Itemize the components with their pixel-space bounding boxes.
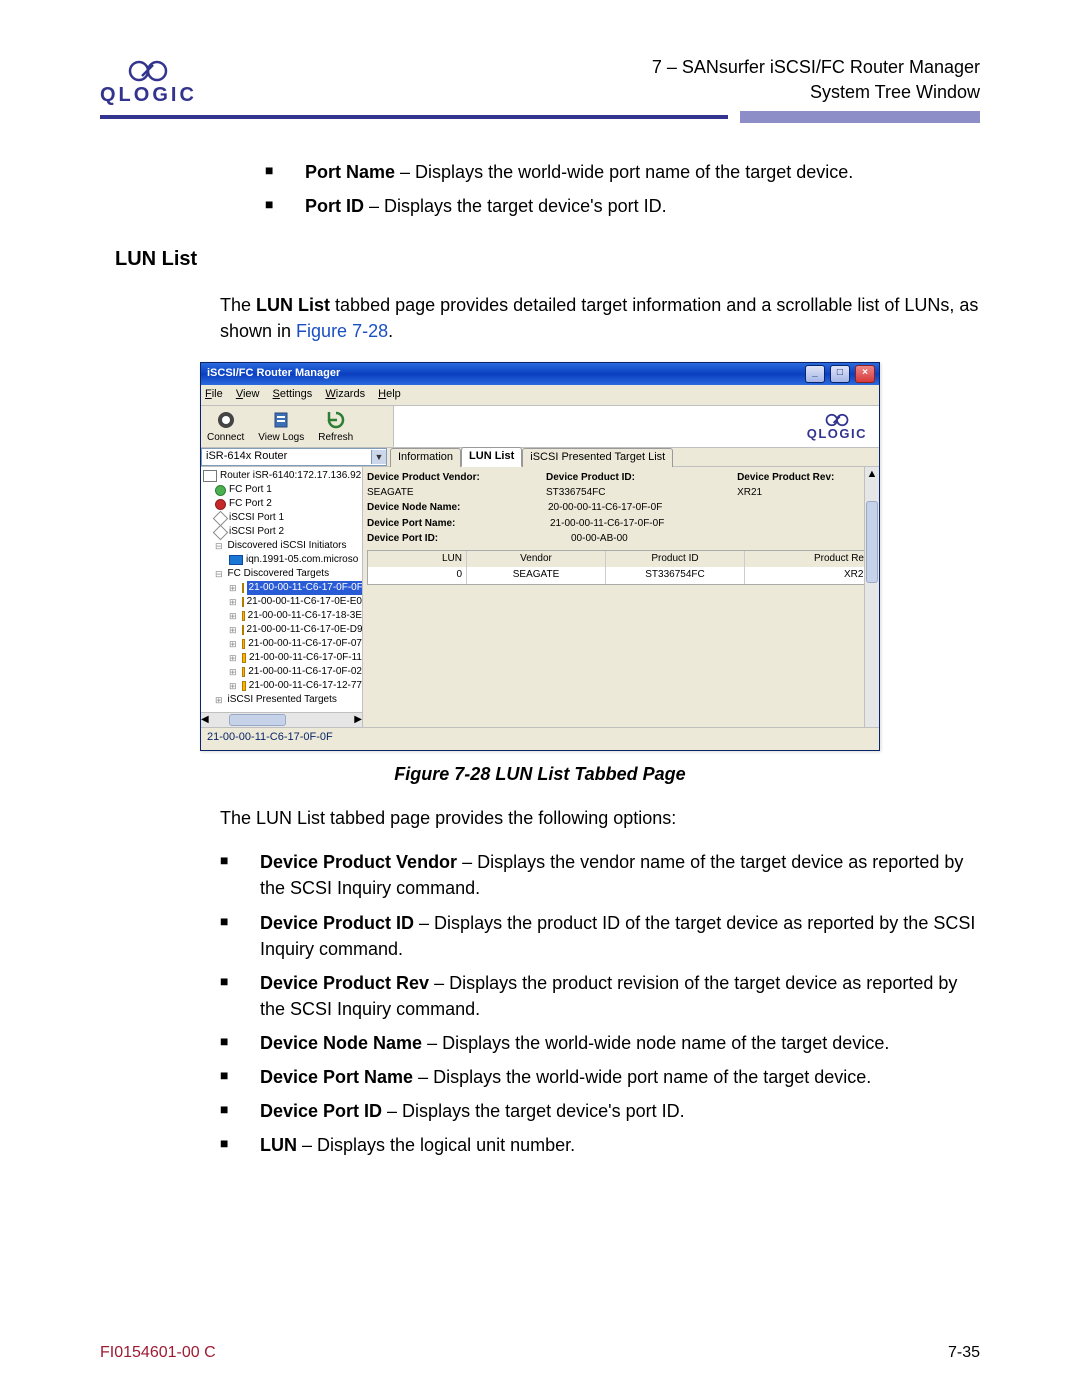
header-line2: System Tree Window <box>652 80 980 105</box>
port-icon <box>215 499 226 510</box>
connect-icon <box>216 410 236 430</box>
header-right: 7 – SANsurfer iSCSI/FC Router Manager Sy… <box>652 55 980 105</box>
viewlogs-button[interactable]: View Logs <box>258 410 304 446</box>
target-icon <box>242 597 244 607</box>
router-combo[interactable]: iSR-614x Router ▼ <box>201 448 387 466</box>
toolbar: Connect View Logs Refresh <box>201 406 394 448</box>
combo-value: iSR-614x Router <box>206 449 287 465</box>
close-button[interactable]: × <box>855 365 875 383</box>
tabstrip: Information LUN List iSCSI Presented Tar… <box>387 448 879 466</box>
initiator-icon <box>229 555 243 565</box>
titlebar[interactable]: iSCSI/FC Router Manager _ □ × <box>201 363 879 385</box>
device-info: Device Product Vendor: SEAGATE Device Pr… <box>367 471 875 547</box>
host-icon <box>203 470 217 482</box>
target-icon <box>242 583 244 593</box>
page-number: 7-35 <box>948 1344 980 1362</box>
menu-view[interactable]: View <box>236 388 260 400</box>
minimize-button[interactable]: _ <box>805 365 825 383</box>
menu-file[interactable]: File <box>205 388 223 400</box>
vertical-scrollbar[interactable]: ▲ <box>864 467 879 727</box>
target-icon <box>242 681 246 691</box>
qlogic-mark-icon <box>127 59 169 83</box>
intro-bullets: Port Name – Displays the world-wide port… <box>100 159 980 219</box>
tab-iscsi-presented[interactable]: iSCSI Presented Target List <box>522 448 673 467</box>
app-window: iSCSI/FC Router Manager _ □ × File View … <box>200 362 880 751</box>
menu-settings[interactable]: Settings <box>273 388 313 400</box>
section-para: The LUN List tabbed page provides detail… <box>220 292 980 344</box>
tab-lunlist[interactable]: LUN List <box>461 447 522 467</box>
table-header: LUN Vendor Product ID Product Rev <box>368 551 874 568</box>
port-icon <box>213 510 229 526</box>
list-item: Device Product ID – Displays the product… <box>220 910 980 962</box>
list-item: Device Port ID – Displays the target dev… <box>220 1098 980 1124</box>
target-icon <box>242 611 245 621</box>
tree-view[interactable]: Router iSR-6140:172.17.136.92 FC Port 1 … <box>201 467 363 727</box>
figure-caption: Figure 7-28 LUN List Tabbed Page <box>100 761 980 787</box>
target-icon <box>242 653 246 663</box>
maximize-button[interactable]: □ <box>830 365 850 383</box>
header-line1: 7 – SANsurfer iSCSI/FC Router Manager <box>652 55 980 80</box>
qlogic-logo: QLOGIC <box>100 59 197 105</box>
menubar[interactable]: File View Settings Wizards Help <box>201 385 879 406</box>
list-item: Device Node Name – Displays the world-wi… <box>220 1030 980 1056</box>
qlogic-mark-icon <box>823 413 851 427</box>
horizontal-scrollbar[interactable]: ◀▶ <box>201 712 362 727</box>
window-title: iSCSI/FC Router Manager <box>207 366 340 382</box>
target-icon <box>242 667 246 677</box>
option-bullets: Device Product Vendor – Displays the ven… <box>100 849 980 1158</box>
list-item: LUN – Displays the logical unit number. <box>220 1132 980 1158</box>
tab-information[interactable]: Information <box>390 448 461 467</box>
port-icon <box>215 485 226 496</box>
target-icon <box>242 625 244 635</box>
refresh-button[interactable]: Refresh <box>318 410 353 446</box>
chevron-down-icon: ▼ <box>371 450 386 464</box>
window-buttons: _ □ × <box>803 365 875 383</box>
section-heading: LUN List <box>115 245 980 274</box>
statusbar: 21-00-00-11-C6-17-0F-0F <box>201 727 879 750</box>
port-icon <box>213 524 229 540</box>
target-icon <box>242 639 246 649</box>
after-para: The LUN List tabbed page provides the fo… <box>220 805 980 831</box>
list-item: Device Product Vendor – Displays the ven… <box>220 849 980 901</box>
table-row[interactable]: 0 SEAGATE ST336754FC XR21 <box>368 567 874 584</box>
menu-wizards[interactable]: Wizards <box>325 388 365 400</box>
menu-help[interactable]: Help <box>378 388 401 400</box>
figure-screenshot: iSCSI/FC Router Manager _ □ × File View … <box>200 362 880 751</box>
page-footer: FI0154601-00 C 7-35 <box>100 1344 980 1362</box>
page-header: QLOGIC 7 – SANsurfer iSCSI/FC Router Man… <box>100 55 980 105</box>
main-pane: Device Product Vendor: SEAGATE Device Pr… <box>363 467 879 727</box>
lun-table[interactable]: LUN Vendor Product ID Product Rev 0 SEAG… <box>367 550 875 585</box>
logs-icon <box>271 410 291 430</box>
brand-text: QLOGIC <box>100 84 197 106</box>
list-item: Port Name – Displays the world-wide port… <box>265 159 980 185</box>
brand-area: QLOGIC <box>394 406 879 448</box>
doc-number: FI0154601-00 C <box>100 1344 216 1362</box>
refresh-icon <box>326 410 346 430</box>
list-item: Device Product Rev – Displays the produc… <box>220 970 980 1022</box>
figure-link[interactable]: Figure 7-28 <box>296 321 388 341</box>
header-rule <box>100 115 980 119</box>
connect-button[interactable]: Connect <box>207 410 244 446</box>
list-item: Port ID – Displays the target device's p… <box>265 193 980 219</box>
list-item: Device Port Name – Displays the world-wi… <box>220 1064 980 1090</box>
